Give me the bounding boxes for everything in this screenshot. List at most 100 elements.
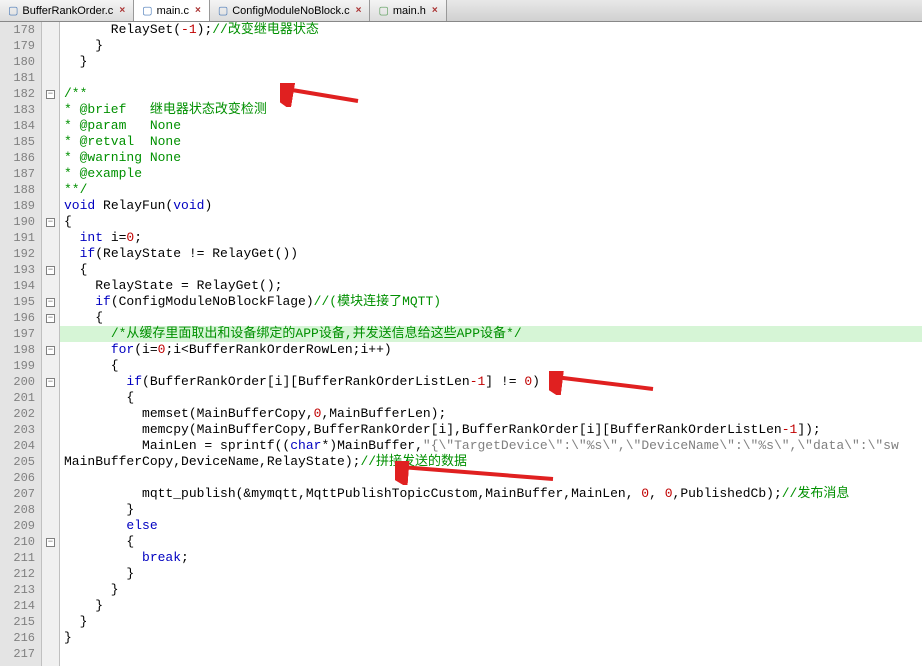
fold-minus-icon[interactable]: − — [46, 298, 55, 307]
fold-marker[interactable] — [42, 166, 59, 182]
close-icon[interactable]: × — [195, 5, 201, 16]
code-line[interactable]: MainLen = sprintf((char*)MainBuffer,"{\"… — [60, 438, 922, 454]
fold-marker[interactable] — [42, 582, 59, 598]
code-line[interactable]: if(RelayState != RelayGet()) — [60, 246, 922, 262]
code-line[interactable]: * @retval None — [60, 134, 922, 150]
code-line[interactable]: * @brief 继电器状态改变检测 — [60, 102, 922, 118]
fold-marker[interactable]: − — [42, 534, 59, 550]
tab-main-h[interactable]: ▢main.h× — [370, 0, 446, 21]
code-line[interactable]: } — [60, 54, 922, 70]
line-number: 201 — [0, 390, 35, 406]
fold-marker[interactable] — [42, 422, 59, 438]
fold-minus-icon[interactable]: − — [46, 266, 55, 275]
code-line[interactable]: for(i=0;i<BufferRankOrderRowLen;i++) — [60, 342, 922, 358]
code-line[interactable]: **/ — [60, 182, 922, 198]
code-line[interactable]: { — [60, 214, 922, 230]
fold-minus-icon[interactable]: − — [46, 538, 55, 547]
code-line[interactable]: /** — [60, 86, 922, 102]
fold-marker[interactable] — [42, 390, 59, 406]
fold-marker[interactable] — [42, 598, 59, 614]
fold-marker[interactable] — [42, 38, 59, 54]
fold-minus-icon[interactable]: − — [46, 346, 55, 355]
code-line[interactable]: * @example — [60, 166, 922, 182]
fold-marker[interactable]: − — [42, 294, 59, 310]
line-number: 180 — [0, 54, 35, 70]
fold-marker[interactable]: − — [42, 342, 59, 358]
tab-BufferRankOrder-c[interactable]: ▢BufferRankOrder.c× — [0, 0, 134, 21]
code-line[interactable]: { — [60, 534, 922, 550]
fold-marker[interactable] — [42, 326, 59, 342]
fold-minus-icon[interactable]: − — [46, 218, 55, 227]
code-line[interactable]: { — [60, 358, 922, 374]
code-line[interactable]: memcpy(MainBufferCopy,BufferRankOrder[i]… — [60, 422, 922, 438]
code-line[interactable]: if(ConfigModuleNoBlockFlage)//(模块连接了MQTT… — [60, 294, 922, 310]
code-line[interactable]: memset(MainBufferCopy,0,MainBufferLen); — [60, 406, 922, 422]
code-line[interactable]: } — [60, 566, 922, 582]
fold-minus-icon[interactable]: − — [46, 90, 55, 99]
fold-minus-icon[interactable]: − — [46, 314, 55, 323]
close-icon[interactable]: × — [119, 5, 125, 16]
code-line[interactable]: * @param None — [60, 118, 922, 134]
fold-marker[interactable] — [42, 134, 59, 150]
close-icon[interactable]: × — [432, 5, 438, 16]
code-line[interactable]: RelayState = RelayGet(); — [60, 278, 922, 294]
code-line[interactable] — [60, 70, 922, 86]
fold-marker[interactable]: − — [42, 374, 59, 390]
fold-marker[interactable] — [42, 550, 59, 566]
code-line[interactable] — [60, 646, 922, 662]
fold-marker[interactable] — [42, 502, 59, 518]
code-line[interactable]: } — [60, 38, 922, 54]
fold-marker[interactable] — [42, 230, 59, 246]
fold-marker[interactable] — [42, 518, 59, 534]
code-line[interactable]: { — [60, 262, 922, 278]
code-line[interactable]: } — [60, 582, 922, 598]
fold-marker[interactable]: − — [42, 214, 59, 230]
fold-marker[interactable] — [42, 438, 59, 454]
fold-marker[interactable] — [42, 22, 59, 38]
code-line[interactable]: MainBufferCopy,DeviceName,RelayState);//… — [60, 454, 922, 470]
fold-marker[interactable]: − — [42, 86, 59, 102]
fold-marker[interactable] — [42, 150, 59, 166]
code-line[interactable]: } — [60, 614, 922, 630]
fold-marker[interactable] — [42, 486, 59, 502]
tab-ConfigModuleNoBlock-c[interactable]: ▢ConfigModuleNoBlock.c× — [210, 0, 371, 21]
fold-minus-icon[interactable]: − — [46, 378, 55, 387]
tab-main-c[interactable]: ▢main.c× — [134, 0, 210, 21]
code-line[interactable]: void RelayFun(void) — [60, 198, 922, 214]
fold-marker[interactable]: − — [42, 310, 59, 326]
code-line[interactable]: { — [60, 390, 922, 406]
fold-marker[interactable] — [42, 614, 59, 630]
code-line[interactable]: if(BufferRankOrder[i][BufferRankOrderLis… — [60, 374, 922, 390]
code-line[interactable]: { — [60, 310, 922, 326]
code-line[interactable]: break; — [60, 550, 922, 566]
code-line[interactable]: mqtt_publish(&mymqtt,MqttPublishTopicCus… — [60, 486, 922, 502]
code-line[interactable]: else — [60, 518, 922, 534]
code-line[interactable]: int i=0; — [60, 230, 922, 246]
code-line[interactable]: /*从缓存里面取出和设备绑定的APP设备,并发送信息给这些APP设备*/ — [60, 326, 922, 342]
fold-marker[interactable] — [42, 70, 59, 86]
fold-marker[interactable] — [42, 470, 59, 486]
fold-marker[interactable] — [42, 358, 59, 374]
fold-marker[interactable] — [42, 566, 59, 582]
close-icon[interactable]: × — [356, 5, 362, 16]
code-line[interactable]: } — [60, 630, 922, 646]
fold-marker[interactable] — [42, 406, 59, 422]
fold-marker[interactable] — [42, 630, 59, 646]
code-line[interactable]: * @warning None — [60, 150, 922, 166]
fold-marker[interactable] — [42, 454, 59, 470]
fold-marker[interactable] — [42, 118, 59, 134]
fold-marker[interactable]: − — [42, 262, 59, 278]
code-line[interactable] — [60, 470, 922, 486]
fold-marker[interactable] — [42, 102, 59, 118]
code-line[interactable]: } — [60, 502, 922, 518]
code-line[interactable]: RelaySet(-1);//改变继电器状态 — [60, 22, 922, 38]
code-area[interactable]: RelaySet(-1);//改变继电器状态 } } /*** @brief 继电… — [60, 22, 922, 666]
fold-marker[interactable] — [42, 182, 59, 198]
fold-marker[interactable] — [42, 246, 59, 262]
fold-marker[interactable] — [42, 278, 59, 294]
fold-marker[interactable] — [42, 54, 59, 70]
line-number: 202 — [0, 406, 35, 422]
fold-marker[interactable] — [42, 198, 59, 214]
code-line[interactable]: } — [60, 598, 922, 614]
fold-marker[interactable] — [42, 646, 59, 662]
